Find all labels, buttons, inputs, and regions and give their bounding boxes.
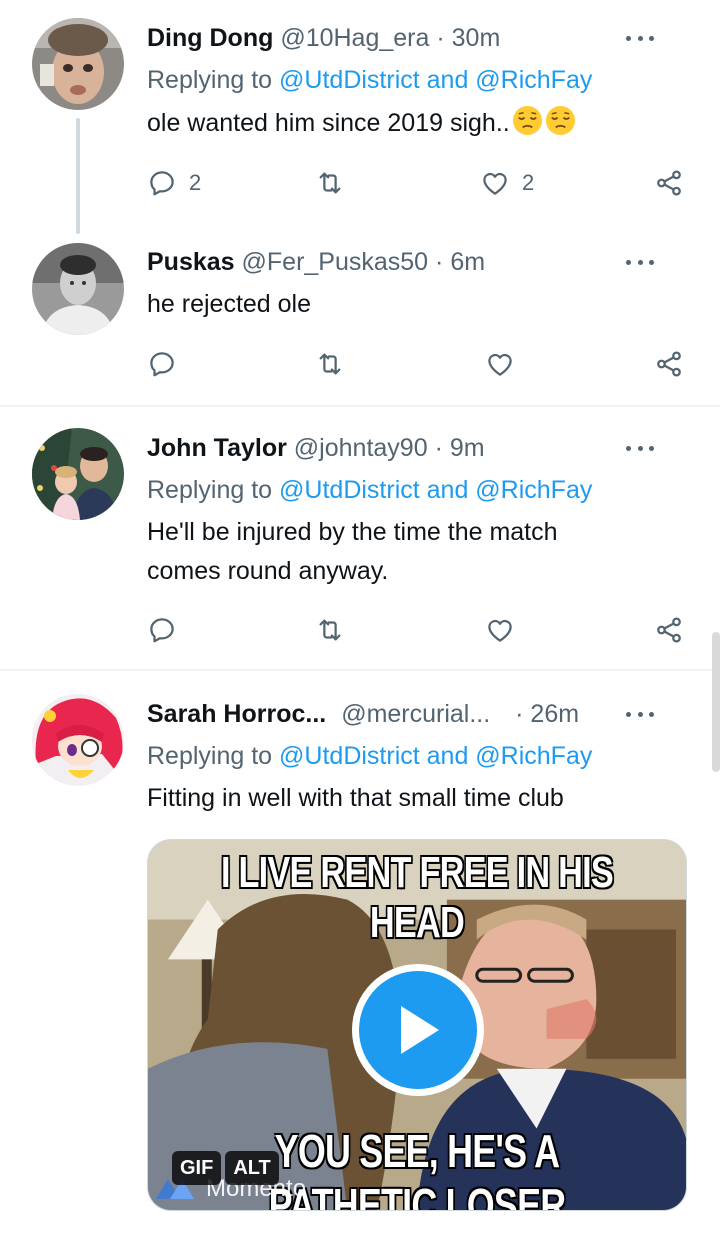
- gif-media[interactable]: I LIVE RENT FREE IN HIS HEAD YOU SEE, HE…: [147, 839, 687, 1211]
- play-icon: [359, 971, 477, 1089]
- alt-badge[interactable]: ALT: [225, 1151, 279, 1185]
- more-options-icon[interactable]: [624, 21, 656, 55]
- reply-button[interactable]: 2: [147, 165, 201, 201]
- retweet-button[interactable]: [315, 346, 357, 382]
- gif-badge: GIF: [172, 1151, 222, 1185]
- author-name[interactable]: Sarah Horroc...: [147, 700, 326, 728]
- heart-icon: [483, 172, 507, 195]
- tweet-header: John Taylor @johntay90 · 9m: [147, 431, 690, 465]
- more-options-icon[interactable]: [624, 431, 656, 465]
- tweet-text: ole wanted him since 2019 sigh..: [147, 109, 510, 137]
- media-badges: GIF ALT: [172, 1151, 279, 1185]
- tweet-text-container: ole wanted him since 2019 sigh..: [147, 104, 680, 143]
- share-button[interactable]: [654, 346, 684, 382]
- retweet-icon: [319, 353, 341, 375]
- replying-to: Replying to @UtdDistrict and @RichFay: [147, 63, 592, 97]
- avatar[interactable]: [32, 18, 124, 110]
- author-name[interactable]: Puskas: [147, 248, 235, 276]
- tweet-ding-dong[interactable]: Ding Dong @10Hag_era · 30m Replying to @…: [0, 0, 720, 236]
- author-handle[interactable]: @mercurial...: [341, 700, 490, 728]
- tweet-john-taylor[interactable]: John Taylor @johntay90 · 9m Replying to …: [0, 407, 720, 669]
- tweet-header: Puskas @Fer_Puskas50 · 6m: [147, 245, 690, 279]
- like-button[interactable]: [485, 346, 527, 382]
- share-icon: [657, 170, 681, 196]
- scrollbar[interactable]: [712, 632, 720, 772]
- replying-to-link[interactable]: @UtdDistrict and @RichFay: [279, 742, 592, 770]
- retweet-icon: [319, 619, 341, 641]
- pensive-face-emoji: [512, 105, 542, 136]
- tweet-actions: 2 2: [147, 165, 692, 201]
- replying-to-link[interactable]: @UtdDistrict and @RichFay: [279, 66, 592, 94]
- retweet-button[interactable]: [315, 165, 357, 201]
- reply-button[interactable]: [147, 612, 189, 648]
- tweet-text-container: he rejected ole: [147, 285, 680, 324]
- replying-prefix: Replying to: [147, 66, 273, 94]
- author-name[interactable]: John Taylor: [147, 434, 287, 462]
- like-button[interactable]: 2: [480, 165, 534, 201]
- replying-to: Replying to @UtdDistrict and @RichFay: [147, 739, 592, 773]
- heart-icon: [488, 353, 512, 376]
- tweet-time[interactable]: · 6m: [435, 248, 485, 276]
- reply-icon: [150, 618, 174, 643]
- author-handle[interactable]: @10Hag_era: [280, 24, 429, 52]
- reply-icon: [150, 171, 174, 196]
- tweet-puskas[interactable]: Puskas @Fer_Puskas50 · 6m he rejected ol…: [0, 236, 720, 406]
- gif-caption-top: I LIVE RENT FREE IN HIS HEAD: [220, 848, 614, 947]
- share-icon: [657, 617, 681, 643]
- avatar[interactable]: [32, 694, 124, 786]
- like-count: 2: [522, 170, 535, 195]
- tweet-header: Sarah Horroc... @mercurial... · 26m: [147, 697, 690, 731]
- author-handle[interactable]: @johntay90: [294, 434, 428, 462]
- tweet-text: He'll be injured by the time the match c…: [147, 518, 558, 585]
- replying-to-link[interactable]: @UtdDistrict and @RichFay: [279, 476, 592, 504]
- author-name[interactable]: Ding Dong: [147, 24, 273, 52]
- tweet-text-container: Fitting in well with that small time clu…: [147, 779, 680, 818]
- tweet-actions: [147, 346, 692, 382]
- reply-button[interactable]: [147, 346, 189, 382]
- replying-prefix: Replying to: [147, 742, 273, 770]
- share-button[interactable]: [654, 165, 684, 201]
- tweet-text: Fitting in well with that small time clu…: [147, 784, 564, 812]
- replying-to: Replying to @UtdDistrict and @RichFay: [147, 473, 592, 507]
- tweet-actions: [147, 612, 692, 648]
- tweet-time[interactable]: · 26m: [515, 700, 579, 728]
- tweet-text: he rejected ole: [147, 290, 312, 318]
- more-options-icon[interactable]: [624, 697, 656, 731]
- replying-prefix: Replying to: [147, 476, 273, 504]
- retweet-button[interactable]: [315, 612, 357, 648]
- thread-line: [76, 118, 80, 234]
- tweet-time[interactable]: · 30m: [436, 24, 500, 52]
- reply-count: 2: [189, 170, 202, 195]
- play-button[interactable]: [352, 964, 484, 1096]
- author-handle[interactable]: @Fer_Puskas50: [242, 248, 429, 276]
- like-button[interactable]: [485, 612, 527, 648]
- share-icon: [657, 351, 681, 377]
- pensive-face-emoji: [545, 105, 575, 136]
- avatar[interactable]: [32, 243, 124, 335]
- more-options-icon[interactable]: [624, 245, 656, 279]
- tweet-time[interactable]: · 9m: [435, 434, 485, 462]
- retweet-icon: [319, 172, 341, 194]
- heart-icon: [488, 619, 512, 642]
- tweet-text-container: He'll be injured by the time the match c…: [147, 513, 624, 591]
- avatar[interactable]: [32, 428, 124, 520]
- tweet-header: Ding Dong @10Hag_era · 30m: [147, 21, 690, 55]
- share-button[interactable]: [654, 612, 684, 648]
- reply-icon: [150, 352, 174, 377]
